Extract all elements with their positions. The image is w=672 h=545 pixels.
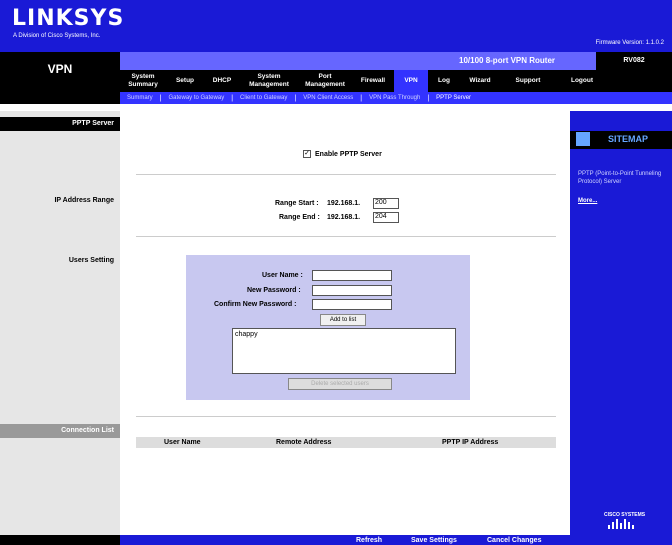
router-model: RV082 bbox=[596, 52, 672, 70]
new-password-label: New Password : bbox=[247, 287, 301, 294]
cisco-logo-icon bbox=[608, 519, 634, 529]
column-pptp-ip-address: PPTP IP Address bbox=[442, 439, 499, 446]
tab-vpn[interactable]: VPN bbox=[394, 70, 428, 92]
main-tabs: System Summary Setup DHCP System Managem… bbox=[120, 70, 672, 92]
sitemap-more-link[interactable]: More... bbox=[578, 198, 597, 204]
logo-subtitle: A Division of Cisco Systems, Inc. bbox=[13, 33, 101, 39]
users-listbox[interactable]: chappy bbox=[232, 328, 456, 374]
column-user-name: User Name bbox=[164, 439, 201, 446]
sitemap-description: PPTP (Point-to-Point Tunneling Protocol)… bbox=[578, 171, 662, 185]
tab-system-summary[interactable]: System Summary bbox=[120, 70, 166, 92]
range-end-label: Range End : bbox=[279, 214, 320, 221]
connection-list-heading: Connection List bbox=[0, 424, 120, 438]
add-to-list-button[interactable]: Add to list bbox=[320, 314, 366, 326]
divider bbox=[136, 236, 556, 237]
refresh-button[interactable]: Refresh bbox=[356, 537, 382, 544]
user-name-label: User Name : bbox=[262, 272, 303, 279]
tab-system-management[interactable]: System Management bbox=[240, 70, 298, 92]
divider bbox=[136, 416, 556, 417]
users-setting-label: Users Setting bbox=[68, 257, 114, 264]
confirm-password-input[interactable] bbox=[312, 299, 392, 310]
subnav-vpn-client-access[interactable]: VPN Client Access bbox=[296, 95, 360, 101]
section-title: VPN bbox=[47, 62, 73, 76]
left-column bbox=[0, 111, 120, 535]
tab-firewall[interactable]: Firewall bbox=[352, 70, 394, 92]
confirm-password-label: Confirm New Password : bbox=[214, 301, 297, 308]
subnav-summary[interactable]: Summary bbox=[120, 95, 160, 101]
tab-setup[interactable]: Setup bbox=[166, 70, 204, 92]
sub-navigation: Summary | Gateway to Gateway | Client to… bbox=[120, 92, 672, 104]
divider bbox=[136, 174, 556, 175]
enable-pptp-label: Enable PPTP Server bbox=[315, 151, 382, 158]
tab-logout[interactable]: Logout bbox=[556, 70, 608, 92]
user-name-input[interactable] bbox=[312, 270, 392, 281]
subnav-gateway-to-gateway[interactable]: Gateway to Gateway bbox=[162, 95, 232, 101]
sitemap-icon bbox=[576, 132, 590, 146]
router-name: 10/100 8-port VPN Router bbox=[459, 56, 556, 65]
cancel-changes-button[interactable]: Cancel Changes bbox=[487, 537, 541, 544]
router-bar bbox=[120, 52, 672, 70]
tab-wizard[interactable]: Wizard bbox=[460, 70, 500, 92]
bottom-left-bar bbox=[0, 535, 120, 545]
range-end-prefix: 192.168.1. bbox=[327, 214, 361, 221]
bottom-bar bbox=[120, 535, 672, 545]
tab-support[interactable]: Support bbox=[500, 70, 556, 92]
range-start-input[interactable]: 200 bbox=[373, 198, 399, 209]
tab-log[interactable]: Log bbox=[428, 70, 460, 92]
user-list-item[interactable]: chappy bbox=[235, 331, 453, 338]
new-password-input[interactable] bbox=[312, 285, 392, 296]
subnav-client-to-gateway[interactable]: Client to Gateway bbox=[233, 95, 294, 101]
range-start-prefix: 192.168.1. bbox=[327, 200, 361, 207]
sitemap-title: SITEMAP bbox=[608, 134, 649, 144]
tab-dhcp[interactable]: DHCP bbox=[204, 70, 240, 92]
save-settings-button[interactable]: Save Settings bbox=[411, 537, 457, 544]
pptp-server-heading: PPTP Server bbox=[0, 117, 120, 131]
enable-pptp-checkbox[interactable]: ✓ bbox=[303, 150, 311, 158]
firmware-version: Firmware Version: 1.1.0.2 bbox=[595, 40, 664, 46]
subnav-vpn-pass-through[interactable]: VPN Pass Through bbox=[362, 95, 427, 101]
subnav-pptp-server[interactable]: PPTP Server bbox=[429, 95, 478, 101]
range-start-label: Range Start : bbox=[275, 200, 319, 207]
tab-port-management[interactable]: Port Management bbox=[298, 70, 352, 92]
column-remote-address: Remote Address bbox=[276, 439, 332, 446]
delete-selected-users-button[interactable]: Delete selected users bbox=[288, 378, 392, 390]
cisco-logo-text: CISCO SYSTEMS bbox=[604, 512, 646, 518]
ip-range-label: IP Address Range bbox=[54, 197, 114, 204]
linksys-logo: LINKSYS bbox=[12, 6, 125, 31]
range-end-input[interactable]: 204 bbox=[373, 212, 399, 223]
connection-list-header: User Name Remote Address PPTP IP Address bbox=[136, 437, 556, 448]
